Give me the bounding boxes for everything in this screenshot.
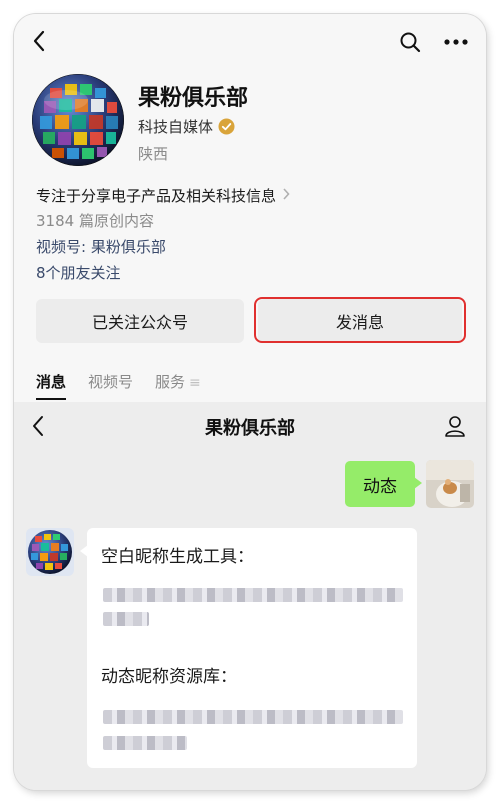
blurred-link xyxy=(103,588,403,602)
account-description[interactable]: 专注于分享电子产品及相关科技信息 xyxy=(36,185,290,206)
video-channel-link[interactable]: 视频号: 果粉俱乐部 xyxy=(36,236,166,257)
menu-lines-icon: ≡ xyxy=(189,375,201,391)
account-avatar[interactable] xyxy=(32,74,124,166)
tab-messages[interactable]: 消息 xyxy=(36,371,67,400)
chat-header: 果粉俱乐部 xyxy=(14,402,486,450)
message-line-dynamic-nickname-library: 动态昵称资源库： xyxy=(101,667,237,687)
account-category: 科技自媒体 xyxy=(138,116,235,137)
blurred-link xyxy=(103,736,187,750)
tab-services-label: 服务 xyxy=(155,373,186,391)
tab-services[interactable]: 服务 ≡ xyxy=(155,371,201,392)
original-posts-count: 3184 篇原创内容 xyxy=(36,212,154,230)
sent-message-bubble[interactable]: 动态 xyxy=(345,461,422,507)
send-message-button[interactable]: 发消息 xyxy=(258,299,462,343)
profile-tabs: 消息 视频号 服务 ≡ xyxy=(36,371,201,400)
category-label: 科技自媒体 xyxy=(138,118,214,136)
search-icon[interactable] xyxy=(398,30,422,54)
account-profile: 果粉俱乐部 科技自媒体 陕西 专注于分享电子产品及相关科技信息 3184 篇原创… xyxy=(14,14,486,402)
blurred-link xyxy=(103,612,149,626)
account-location: 陕西 xyxy=(138,145,169,163)
chat-title: 果粉俱乐部 xyxy=(205,418,295,439)
description-text: 专注于分享电子产品及相关科技信息 xyxy=(36,187,277,205)
more-dots-icon[interactable] xyxy=(442,30,470,54)
tab-video-channel[interactable]: 视频号 xyxy=(88,371,133,392)
account-name: 果粉俱乐部 xyxy=(138,86,249,111)
followed-button[interactable]: 已关注公众号 xyxy=(36,299,244,343)
person-icon[interactable] xyxy=(442,413,468,439)
user-avatar[interactable] xyxy=(426,460,474,508)
blurred-link xyxy=(103,710,403,724)
verified-badge-icon xyxy=(218,118,235,135)
friends-following-link[interactable]: 8个朋友关注 xyxy=(36,262,121,283)
chevron-right-icon xyxy=(282,187,290,204)
received-message-bubble[interactable]: 空白昵称生成工具： 动态昵称资源库： xyxy=(80,528,417,768)
account-chat-avatar[interactable] xyxy=(26,528,74,576)
back-icon[interactable] xyxy=(28,30,50,52)
app-frame: 果粉俱乐部 科技自媒体 陕西 专注于分享电子产品及相关科技信息 3184 篇原创… xyxy=(14,14,486,790)
message-line-blank-nickname-tool: 空白昵称生成工具： xyxy=(101,547,254,567)
chat-window: 果粉俱乐部 动态 空白昵称生成工具： 动态昵称资源库： xyxy=(14,402,486,790)
